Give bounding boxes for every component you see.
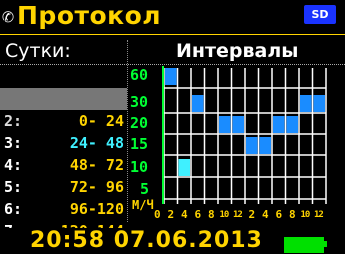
intervals-grid	[162, 66, 327, 204]
battery-tip	[323, 241, 327, 247]
phone-icon: ✆	[2, 4, 15, 28]
status-bar: 20:58 07.06.2013	[0, 228, 345, 254]
x-tick-label: 4	[181, 208, 188, 221]
interval-cell	[313, 95, 325, 112]
interval-cell	[219, 116, 231, 133]
days-heading: Сутки:	[5, 40, 71, 62]
interval-cell	[165, 68, 177, 85]
x-tick-label: 8	[289, 208, 296, 221]
day-item-6[interactable]: 6: 120-144	[0, 176, 127, 240]
day-item-7[interactable]: 7: 144-168	[0, 198, 127, 254]
x-tick-label: 4	[262, 208, 269, 221]
x-tick-label: 12	[314, 210, 324, 220]
sd-card-icon[interactable]: SD	[304, 5, 336, 24]
day-item-3[interactable]: 3: 48- 72	[0, 110, 127, 174]
day-item-5[interactable]: 5: 96-120	[0, 154, 127, 218]
interval-cell	[300, 95, 312, 112]
x-tick-label: 6	[275, 208, 283, 221]
intervals-chart: 60 30 20 15 10 5 М/Ч 0 2 4 6 8 10 12 2 4 6 8 10 12	[128, 64, 345, 228]
day-item-2[interactable]: 2: 24- 48	[0, 88, 127, 152]
protocol-screen: ✆ Протокол SD Сутки: Интервалы 1: 0- 24 …	[0, 0, 345, 254]
x-tick-label: 6	[194, 208, 202, 221]
day-item-1[interactable]: 1: 0- 24	[0, 66, 127, 130]
date-time: 20:58 07.06.2013	[30, 228, 263, 253]
x-tick-label: 12	[233, 210, 243, 220]
interval-cell	[246, 137, 258, 154]
day-item-4[interactable]: 4: 72- 96	[0, 132, 127, 196]
x-tick-label: 0	[154, 208, 161, 221]
interval-cell	[286, 116, 298, 133]
battery-icon	[284, 237, 324, 253]
x-tick-label: 8	[208, 208, 215, 221]
page-title: Протокол	[17, 1, 162, 30]
interval-cell	[192, 95, 204, 112]
interval-cell	[259, 137, 271, 154]
x-tick-label: 2	[167, 208, 175, 221]
interval-cell	[178, 159, 190, 176]
header-divider	[0, 34, 345, 35]
interval-cell	[232, 116, 244, 133]
x-tick-label: 10	[300, 210, 311, 220]
intervals-heading: Интервалы	[176, 40, 299, 62]
x-tick-label: 10	[219, 210, 230, 220]
x-tick-label: 2	[248, 208, 256, 221]
header-bar: ✆ Протокол SD	[0, 0, 345, 36]
interval-cell	[273, 116, 285, 133]
